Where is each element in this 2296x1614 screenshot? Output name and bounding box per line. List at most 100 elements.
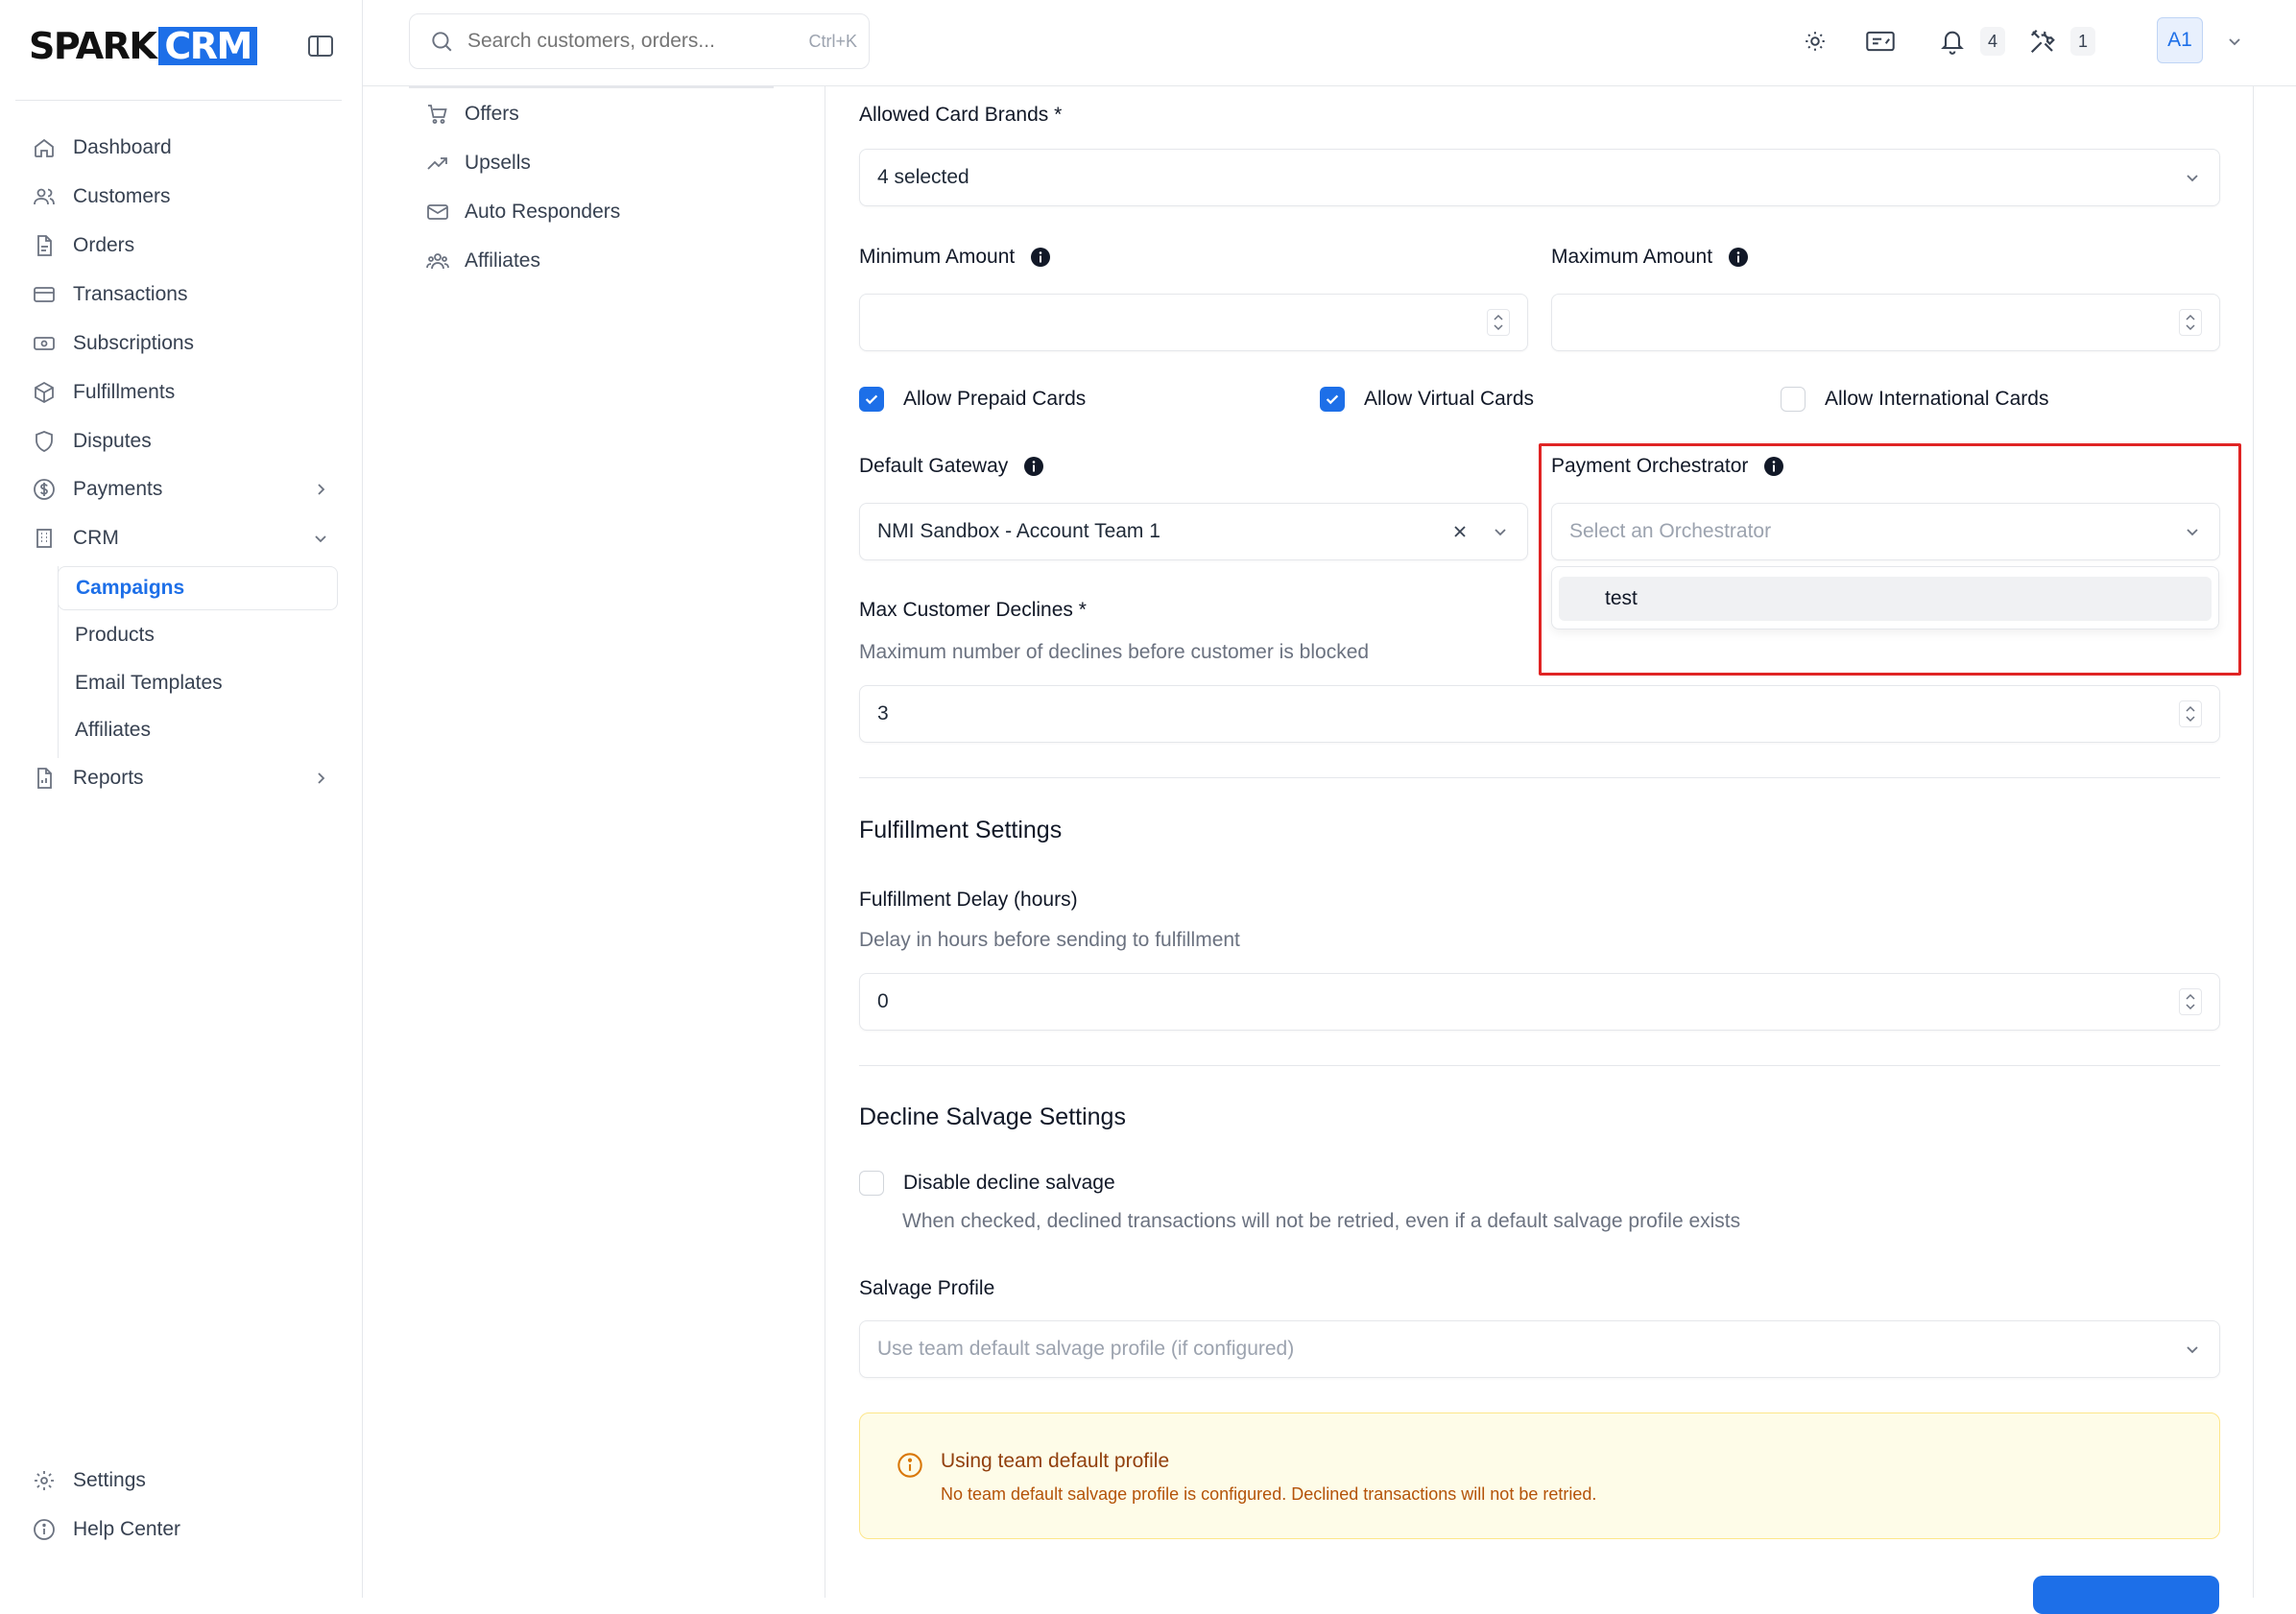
search-input[interactable]	[467, 30, 784, 53]
default-gateway-select[interactable]: NMI Sandbox - Account Team 1	[859, 503, 1528, 560]
sidebar-subitem-products[interactable]: Products	[58, 613, 338, 657]
default-gateway-label-row: Default Gateway	[859, 455, 1044, 478]
max-amount-input[interactable]	[1551, 294, 2220, 351]
clear-x-icon[interactable]	[1450, 522, 1470, 541]
number-stepper-icon[interactable]	[2179, 309, 2202, 336]
min-amount-input[interactable]	[859, 294, 1528, 351]
home-icon	[35, 138, 54, 157]
number-stepper-icon[interactable]	[2179, 988, 2202, 1015]
highlight-box	[1539, 443, 2241, 676]
building-icon	[36, 529, 52, 548]
max-declines-help: Maximum number of declines before custom…	[859, 641, 1370, 663]
subnav-label: Affiliates	[465, 249, 540, 272]
checkbox-checked-icon[interactable]	[859, 387, 884, 412]
sidebar-item-subscriptions[interactable]: Subscriptions	[33, 324, 330, 363]
sidebar-item-payments[interactable]: Payments	[33, 470, 330, 509]
info-icon[interactable]	[1728, 247, 1749, 268]
chevron-down-icon	[315, 535, 326, 543]
disable-decline-salvage-label: Disable decline salvage	[903, 1172, 1115, 1194]
sidebar-item-disputes[interactable]: Disputes	[33, 422, 330, 461]
sidebar-item-reports[interactable]: Reports	[33, 759, 330, 797]
subnav-item-upsells[interactable]: Upsells	[426, 144, 531, 182]
sidebar-item-customers[interactable]: Customers	[33, 178, 330, 216]
sidebar-item-label: Customers	[73, 185, 171, 207]
sidebar-subitem-campaigns[interactable]: Campaigns	[58, 566, 338, 610]
number-stepper-icon[interactable]	[2179, 700, 2202, 727]
sidebar-item-label: Disputes	[73, 430, 152, 452]
max-declines-label: Max Customer Declines *	[859, 599, 1087, 621]
disable-decline-salvage-checkbox[interactable]: Disable decline salvage	[859, 1171, 1115, 1196]
default-gateway-label: Default Gateway	[859, 455, 1009, 477]
salvage-profile-label: Salvage Profile	[859, 1277, 995, 1299]
min-amount-label-row: Minimum Amount	[859, 246, 1051, 269]
tools-icon[interactable]	[2024, 23, 2061, 59]
checkbox-checked-icon[interactable]	[1320, 387, 1345, 412]
info-icon[interactable]	[1030, 247, 1051, 268]
allow-prepaid-label: Allow Prepaid Cards	[903, 388, 1087, 410]
sidebar-item-transactions[interactable]: Transactions	[33, 275, 330, 314]
warning-info-icon	[897, 1453, 922, 1478]
checkbox-unchecked-icon[interactable]	[1781, 387, 1806, 412]
default-gateway-value: NMI Sandbox - Account Team 1	[877, 520, 1160, 542]
subnav-item-offers[interactable]: Offers	[426, 95, 519, 133]
sidebar-item-dashboard[interactable]: Dashboard	[33, 129, 330, 167]
max-amount-label: Maximum Amount	[1551, 246, 1713, 268]
sidebar-item-fulfillments[interactable]: Fulfillments	[33, 373, 330, 412]
bell-icon[interactable]	[1934, 23, 1971, 59]
subnav-item-auto-responders[interactable]: Auto Responders	[426, 193, 620, 231]
fulfillment-delay-input[interactable]: 0	[859, 973, 2220, 1031]
subnav-label: Auto Responders	[465, 201, 621, 223]
alert-description: No team default salvage profile is confi…	[941, 1484, 1597, 1504]
chevron-down-icon	[1495, 529, 1506, 536]
sidebar-item-crm[interactable]: CRM	[33, 519, 330, 558]
checkbox-unchecked-icon[interactable]	[859, 1171, 884, 1196]
subnav-label: Offers	[465, 103, 519, 125]
alert-title: Using team default profile	[941, 1450, 1170, 1472]
info-icon[interactable]	[1023, 456, 1044, 477]
theme-toggle-icon[interactable]	[1797, 23, 1833, 59]
sidebar-subitem-affiliates[interactable]: Affiliates	[58, 708, 338, 752]
sidebar-item-label: Settings	[73, 1469, 146, 1491]
sidebar: SPARK CRM Dashboard Customers Orders Tran…	[0, 0, 363, 1598]
subnav-top-edge	[409, 86, 774, 88]
section-divider	[859, 1065, 2220, 1066]
salvage-profile-select[interactable]: Use team default salvage profile (if con…	[859, 1320, 2220, 1378]
tools-badge: 1	[2070, 27, 2095, 56]
search-icon	[432, 32, 452, 52]
logo-spark-text: SPARK	[29, 25, 157, 67]
search-box[interactable]: Ctrl+K	[409, 13, 870, 69]
allowed-card-brands-value: 4 selected	[877, 166, 969, 188]
trending-up-icon	[427, 157, 447, 170]
avatar[interactable]: A1	[2157, 17, 2203, 63]
logo-crm-text: CRM	[158, 27, 257, 65]
topbar: Ctrl+K 4 1 A1	[363, 0, 2296, 86]
max-declines-input[interactable]: 3	[859, 685, 2220, 743]
allow-international-checkbox[interactable]: Allow International Cards	[1781, 387, 2048, 412]
dollar-circle-icon	[34, 479, 55, 500]
sidebar-item-help-center[interactable]: Help Center	[33, 1510, 330, 1549]
min-amount-label: Minimum Amount	[859, 246, 1016, 268]
subnav-item-affiliates[interactable]: Affiliates	[426, 242, 540, 280]
max-declines-value: 3	[877, 702, 889, 724]
sidebar-item-orders[interactable]: Orders	[33, 226, 330, 265]
number-stepper-icon[interactable]	[1487, 309, 1510, 336]
sidebar-subitem-email-templates[interactable]: Email Templates	[58, 661, 338, 705]
ticket-icon[interactable]	[1862, 23, 1899, 59]
chevron-down-icon	[2187, 1346, 2198, 1354]
chevron-down-icon[interactable]	[2216, 23, 2253, 59]
sidebar-item-settings[interactable]: Settings	[33, 1461, 330, 1500]
fulfillment-delay-label: Fulfillment Delay (hours)	[859, 889, 1078, 911]
sidebar-collapse-icon[interactable]	[307, 35, 334, 58]
allowed-card-brands-label: Allowed Card Brands *	[859, 104, 1063, 126]
save-button[interactable]	[2033, 1576, 2219, 1614]
sidebar-item-label: Orders	[73, 234, 135, 256]
sidebar-divider	[15, 100, 342, 101]
disable-decline-salvage-help: When checked, declined transactions will…	[902, 1210, 1741, 1232]
gear-icon	[35, 1471, 54, 1490]
max-amount-label-row: Maximum Amount	[1551, 246, 1749, 269]
package-icon	[35, 381, 54, 404]
allow-prepaid-checkbox[interactable]: Allow Prepaid Cards	[859, 387, 1086, 412]
allowed-card-brands-select[interactable]: 4 selected	[859, 149, 2220, 206]
allow-virtual-checkbox[interactable]: Allow Virtual Cards	[1320, 387, 1534, 412]
logo[interactable]: SPARK CRM	[29, 25, 257, 67]
